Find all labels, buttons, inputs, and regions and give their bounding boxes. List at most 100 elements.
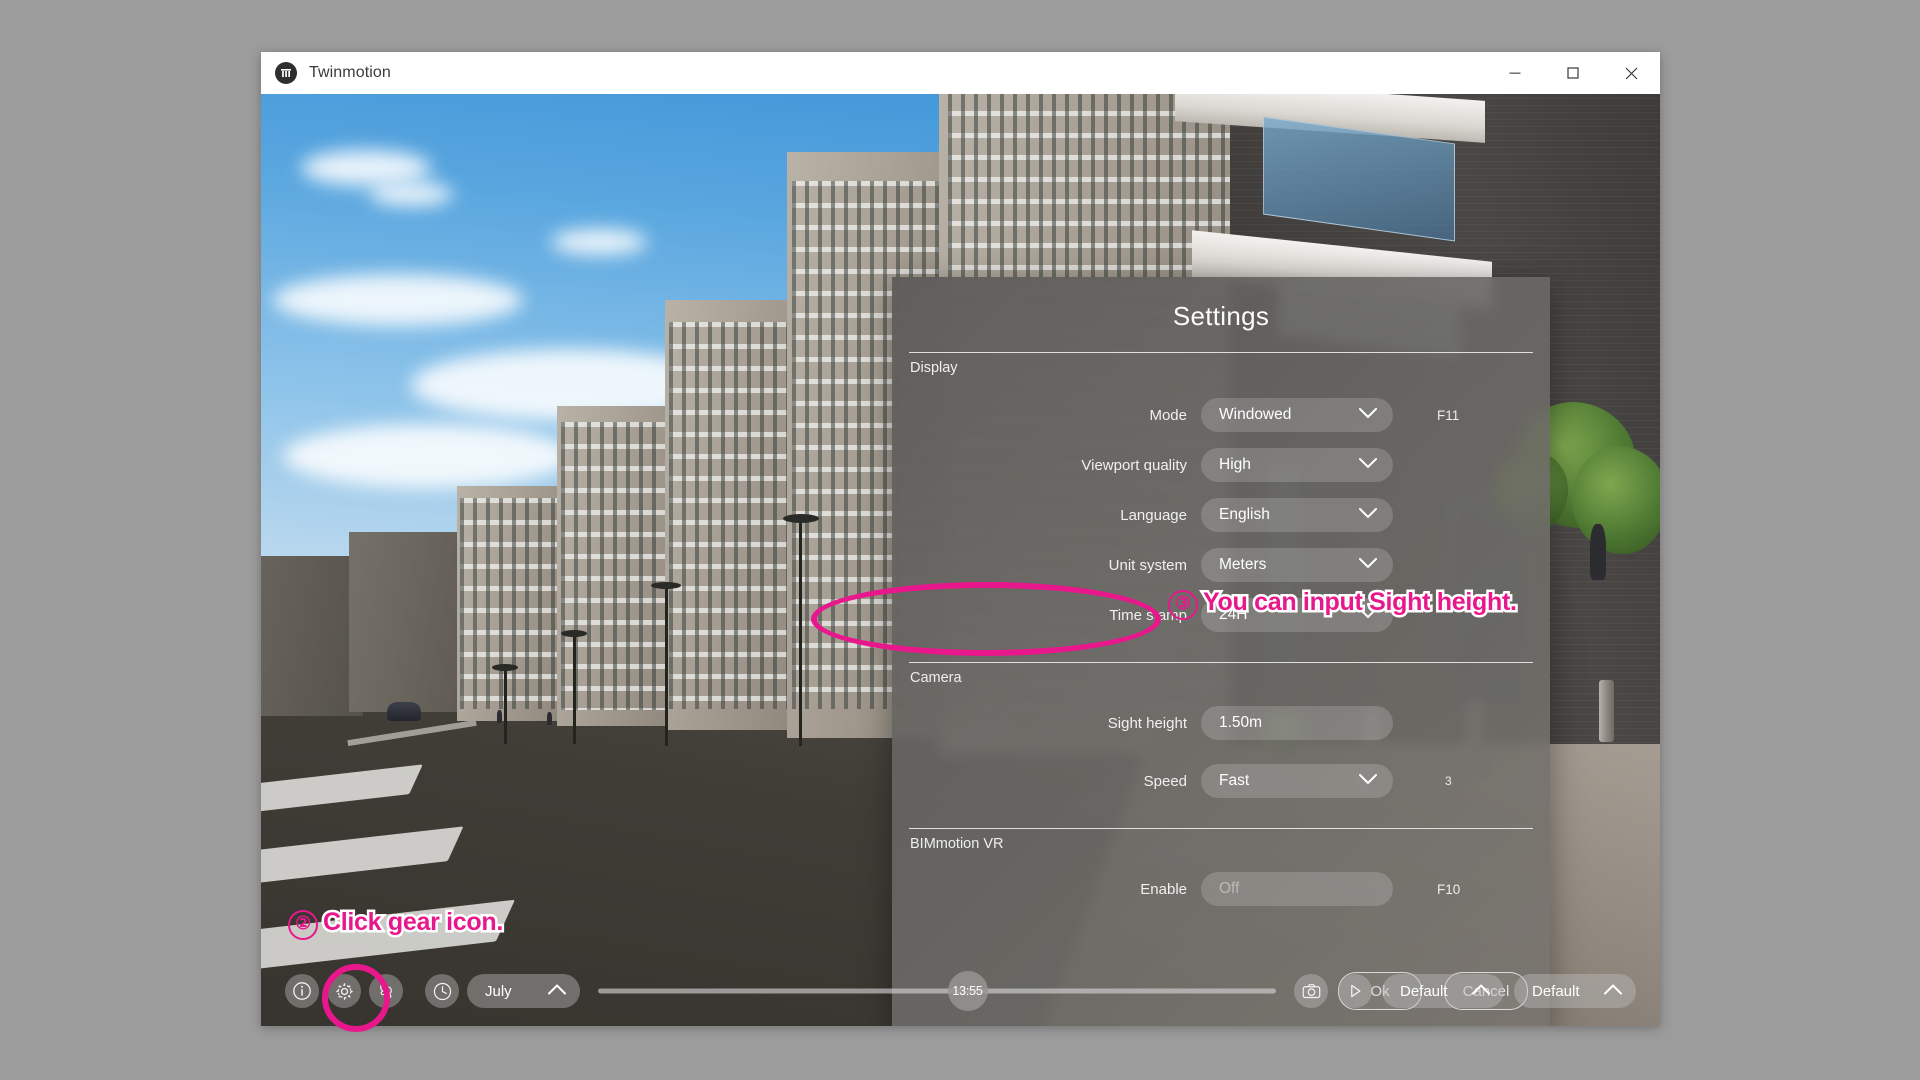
setting-row-viewport-quality: Viewport quality High [892, 440, 1550, 490]
row-label: Speed [1143, 772, 1187, 790]
settings-dialog: Settings Display Mode Windowed F11 Viewp… [892, 277, 1550, 1026]
annotation-step-3: ③ You can input Sight height. [1168, 586, 1519, 620]
lamp-head [651, 582, 681, 589]
minimize-button[interactable] [1486, 52, 1544, 94]
preset-left-value: Default [1400, 982, 1448, 1000]
chevron-down-icon [1359, 406, 1377, 424]
chevron-up-icon [1472, 983, 1490, 1000]
month-value: July [485, 982, 512, 1000]
window-controls [1486, 52, 1660, 94]
clock-button[interactable] [425, 974, 459, 1008]
clock-icon [433, 982, 451, 1000]
speed-dropdown[interactable]: Fast [1201, 764, 1393, 798]
slider-handle[interactable]: 13:55 [947, 971, 988, 1011]
application-window: Twinmotion Settings Display Mode Windowe… [261, 52, 1660, 1026]
viewport-quality-dropdown[interactable]: High [1201, 448, 1393, 482]
row-label: Unit system [1108, 556, 1187, 574]
section-camera: Camera Sight height 1.50m Speed Fast 3 [892, 662, 1550, 806]
section-label-bimmotion-vr: BIMmotion VR [910, 836, 1004, 852]
sight-height-input[interactable]: 1.50m [1201, 706, 1393, 740]
building-left-far [261, 556, 363, 716]
pedestrian [547, 712, 552, 725]
window-title-text: Twinmotion [309, 64, 391, 81]
camera-icon [1302, 983, 1320, 998]
pedestrian [1590, 524, 1606, 580]
setting-row-enable: Enable Off F10 [892, 864, 1550, 914]
lamp-post [799, 518, 802, 746]
window-title-bar: Twinmotion [261, 52, 1660, 95]
3d-viewport[interactable]: Settings Display Mode Windowed F11 Viewp… [261, 94, 1660, 1026]
gear-icon [335, 982, 353, 1000]
screenshot-button[interactable] [1294, 974, 1328, 1008]
footsteps-button[interactable] [369, 974, 403, 1008]
cloud [283, 424, 573, 488]
row-label: Sight height [1107, 714, 1187, 732]
setting-row-language: Language English [892, 490, 1550, 540]
chevron-down-icon [1359, 772, 1377, 790]
month-dropdown[interactable]: July [467, 974, 580, 1008]
setting-row-unit-system: Unit system Meters [892, 540, 1550, 590]
lamp-post [504, 668, 507, 744]
time-of-day-slider[interactable]: 13:55 [598, 971, 1276, 1011]
annotation-step-3-number: ③ [1168, 590, 1198, 620]
setting-row-mode: Mode Windowed F11 [892, 390, 1550, 440]
speed-value: Fast [1219, 772, 1250, 789]
cloud [551, 229, 647, 255]
setting-row-speed: Speed Fast 3 [892, 756, 1550, 806]
lamp-head [783, 514, 819, 523]
info-icon [293, 982, 311, 1000]
preset-dropdown-right[interactable]: Default [1514, 974, 1636, 1008]
cloud [301, 150, 431, 186]
chevron-up-icon [548, 983, 566, 1000]
car [387, 702, 421, 721]
play-icon [1351, 984, 1361, 998]
time-value: 13:55 [952, 984, 983, 998]
maximize-button[interactable] [1544, 52, 1602, 94]
row-label: Mode [1149, 406, 1187, 424]
play-button[interactable] [1338, 974, 1372, 1008]
dialog-title: Settings [1172, 301, 1270, 331]
language-dropdown[interactable]: English [1201, 498, 1393, 532]
chevron-down-icon [1359, 456, 1377, 474]
window-grid [669, 321, 805, 709]
annotation-step-2-number: ② [288, 910, 318, 940]
annotation-step-2-text: Click gear icon. [321, 906, 506, 939]
lamp-post [573, 634, 576, 744]
preset-right-value: Default [1532, 982, 1580, 1000]
unit-system-value: Meters [1219, 556, 1267, 573]
twinmotion-logo-icon [275, 62, 297, 84]
row-label: Time stamp [1109, 606, 1187, 624]
lamp-post [665, 586, 668, 746]
lamp-head [492, 664, 518, 671]
section-label-camera: Camera [910, 670, 962, 686]
maximize-icon [1567, 67, 1579, 79]
chevron-down-icon [1359, 506, 1377, 524]
chevron-up-icon [1604, 983, 1622, 1000]
row-label: Viewport quality [1081, 456, 1187, 474]
window-grid [460, 497, 570, 710]
mode-value: Windowed [1219, 406, 1292, 423]
sight-height-value: 1.50m [1219, 714, 1263, 731]
building-left-mid [349, 532, 469, 712]
info-button[interactable] [285, 974, 319, 1008]
bollard [1599, 680, 1614, 742]
building-left-row [457, 486, 573, 721]
minimize-icon [1509, 72, 1521, 74]
viewport-quality-value: High [1219, 456, 1251, 473]
section-divider [909, 662, 1533, 663]
shortcut-label: F10 [1437, 881, 1461, 897]
close-icon [1625, 67, 1637, 79]
settings-gear-button[interactable] [327, 974, 361, 1008]
pedestrian [497, 710, 502, 723]
bimmotion-enable-toggle[interactable]: Off [1201, 872, 1393, 906]
mode-dropdown[interactable]: Windowed [1201, 398, 1393, 432]
desktop-backdrop: Twinmotion Settings Display Mode Windowe… [0, 0, 1920, 1080]
close-button[interactable] [1602, 52, 1660, 94]
row-label: Enable [1140, 880, 1187, 898]
section-label-display: Display [910, 360, 958, 376]
preset-dropdown-left[interactable]: Default [1382, 974, 1504, 1008]
footsteps-icon [380, 983, 392, 999]
unit-system-dropdown[interactable]: Meters [1201, 548, 1393, 582]
section-divider [909, 828, 1533, 829]
window-grid [560, 422, 682, 710]
